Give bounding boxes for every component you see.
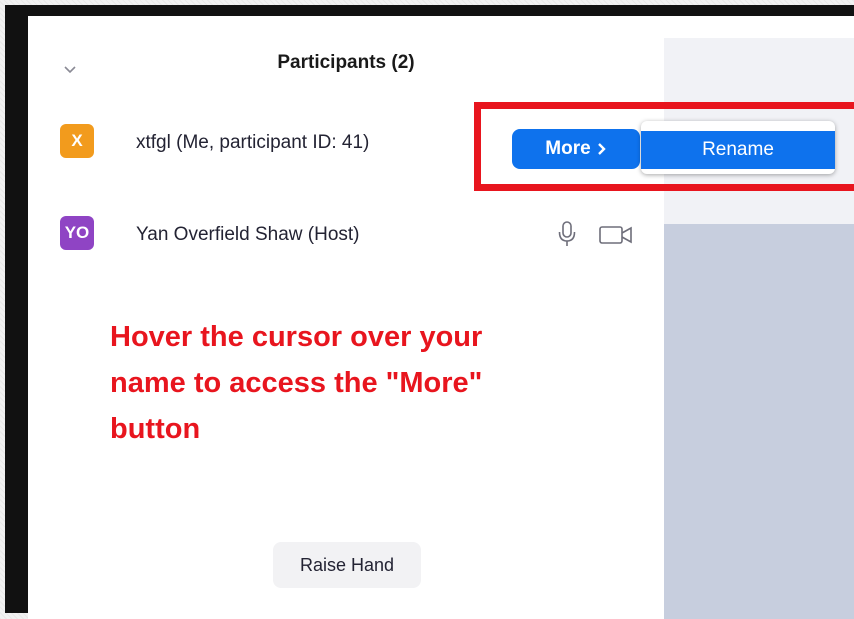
meeting-topbar <box>664 16 854 38</box>
menu-item-rename[interactable]: Rename <box>641 131 835 169</box>
participant-name: Yan Overfield Shaw (Host) <box>136 224 360 245</box>
video-camera-icon[interactable] <box>598 224 634 246</box>
meeting-view <box>664 16 854 619</box>
panel-title: Participants (2) <box>277 52 415 73</box>
participant-row-me[interactable]: X xtfgl (Me, participant ID: 41) More <box>28 112 664 172</box>
avatar: YO <box>60 216 94 250</box>
participant-row-host[interactable]: YO Yan Overfield Shaw (Host) <box>28 204 664 264</box>
avatar-initials: YO <box>64 223 90 242</box>
raise-hand-button[interactable]: Raise Hand <box>273 542 421 588</box>
chevron-right-icon <box>597 143 606 155</box>
more-dropdown-menu: Rename <box>641 121 835 174</box>
menu-item-label: Rename <box>702 139 774 160</box>
raise-hand-label: Raise Hand <box>299 554 395 575</box>
panel-header: Participants (2) <box>28 16 664 110</box>
participant-status-icons <box>556 220 646 248</box>
participant-name: xtfgl (Me, participant ID: 41) <box>136 132 370 153</box>
microphone-icon[interactable] <box>556 220 578 248</box>
more-button[interactable]: More <box>512 129 640 169</box>
more-button-label: More <box>545 138 591 159</box>
avatar: X <box>60 124 94 158</box>
instruction-annotation: Hover the cursor over your name to acces… <box>110 321 483 445</box>
participants-panel: Participants (2) X xtfgl (Me, participan… <box>28 16 664 619</box>
avatar-initials: X <box>71 131 83 150</box>
